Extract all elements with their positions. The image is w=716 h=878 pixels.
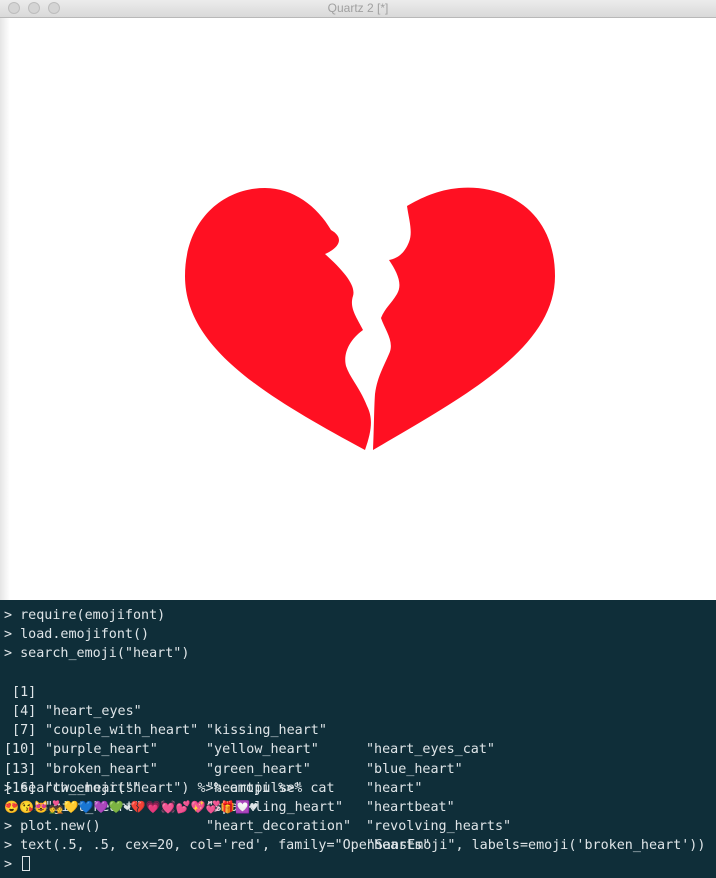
command-text: plot.new() — [20, 819, 101, 835]
result-row: [4] "couple_with_heart" "yellow_heart" "… — [0, 683, 716, 777]
result-row: [1] "heart_eyes" "kissing_heart" "heart_… — [0, 664, 716, 758]
prompt: > — [4, 780, 13, 796]
prompt: > — [4, 819, 13, 835]
result-row: [10] "broken_heart" "heartpulse" "heartb… — [0, 721, 716, 815]
broken-heart-left-half — [185, 188, 371, 450]
window-titlebar: Quartz 2 [*] — [0, 0, 716, 18]
command-text: load.emojifont() — [20, 627, 150, 643]
prompt: > — [4, 627, 13, 643]
plot-canvas — [0, 18, 716, 600]
console-line: > load.emojifont() — [0, 625, 716, 644]
prompt: > — [4, 608, 13, 623]
command-text: search_emoji("heart") — [20, 646, 190, 662]
broken-heart-icon — [185, 187, 555, 450]
result-row: [13] "two_hearts" "sparkling_heart" "rev… — [0, 740, 716, 835]
r-console[interactable]: > require(emojifont) > load.emojifont() … — [0, 600, 716, 878]
window-title: Quartz 2 [*] — [327, 1, 389, 15]
prompt: > — [4, 838, 13, 854]
command-text: text(.5, .5, cex=20, col='red', family="… — [20, 838, 706, 854]
console-input-line[interactable]: > — [0, 855, 716, 874]
window-edge-shadow — [0, 18, 10, 600]
result-row: [16] "gift_heart" "heart_decoration" "he… — [0, 760, 716, 854]
result-row: [7] "purple_heart" "green_heart" "heart" — [0, 702, 716, 796]
command-text: search_emoji("heart") %>% emoji %>% cat — [20, 780, 335, 796]
console-line: > require(emojifont) — [0, 606, 716, 625]
prompt: > — [4, 646, 13, 662]
console-line: > plot.new() — [0, 817, 716, 836]
console-line: > text(.5, .5, cex=20, col='red', family… — [0, 836, 716, 855]
prompt: > — [4, 857, 13, 873]
emoji-output: 😍😘😻💑💛💙💜💚❤💔💗💓💕💖💞🎁💟♥ — [4, 799, 258, 814]
console-line: > search_emoji("heart") — [0, 644, 716, 663]
command-text: require(emojifont) — [20, 608, 166, 623]
console-line: > search_emoji("heart") %>% emoji %>% ca… — [0, 779, 716, 798]
broken-heart-right-half — [373, 187, 555, 450]
text-cursor[interactable] — [22, 856, 31, 872]
